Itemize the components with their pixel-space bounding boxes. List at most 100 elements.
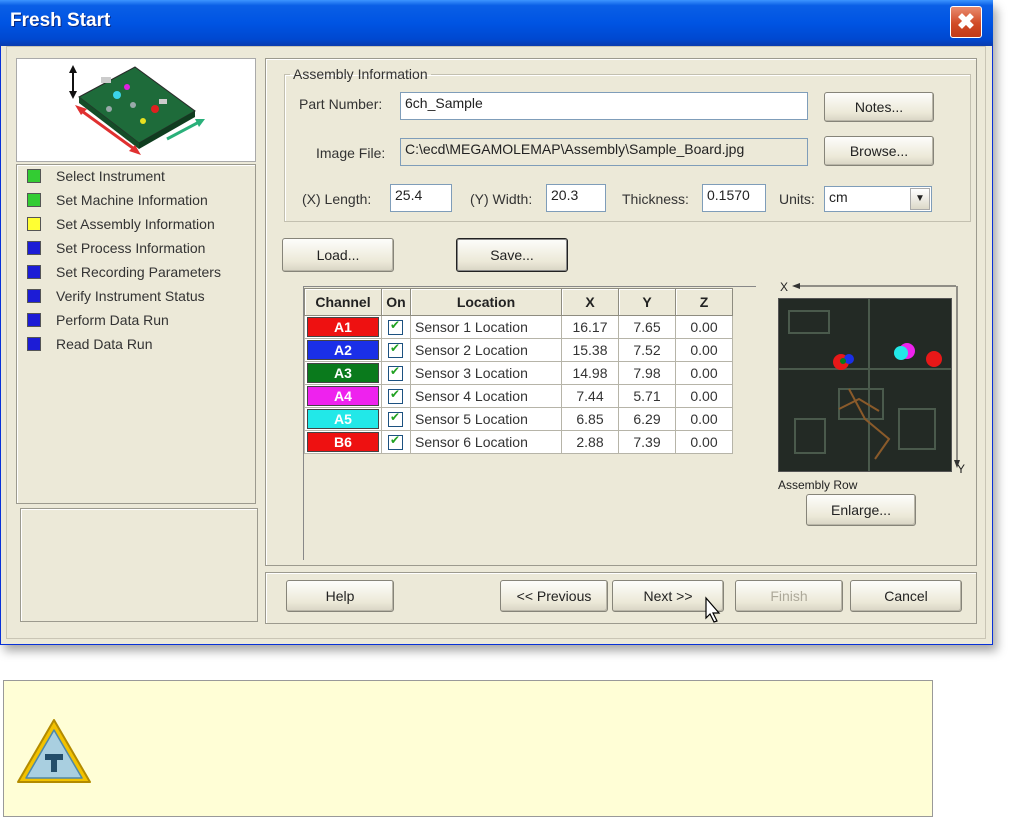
step-label: Set Process Information: [56, 240, 206, 256]
table-row[interactable]: A2 Sensor 2 Location 15.38 7.52 0.00: [304, 338, 733, 362]
units-select[interactable]: cm ▼: [824, 186, 932, 212]
table-row[interactable]: A3 Sensor 3 Location 14.98 7.98 0.00: [304, 361, 733, 385]
table-row[interactable]: A4 Sensor 4 Location 7.44 5.71 0.00: [304, 384, 733, 408]
y-cell[interactable]: 7.98: [618, 361, 676, 385]
on-cell[interactable]: [381, 361, 411, 385]
step-status-indicator: [27, 289, 41, 303]
location-cell[interactable]: Sensor 4 Location: [410, 384, 562, 408]
z-cell[interactable]: 0.00: [675, 430, 733, 454]
location-text: Sensor 2 Location: [415, 342, 528, 358]
table-row[interactable]: A5 Sensor 5 Location 6.85 6.29 0.00: [304, 407, 733, 431]
x-cell[interactable]: 14.98: [561, 361, 619, 385]
column-header-y[interactable]: Y: [618, 288, 676, 316]
step-set-machine-information: Set Machine Information: [27, 189, 208, 211]
on-cell[interactable]: [381, 430, 411, 454]
browse-button[interactable]: Browse...: [824, 136, 934, 166]
step-label: Select Instrument: [56, 168, 165, 184]
channel-cell[interactable]: A4: [304, 384, 382, 408]
part-number-field[interactable]: 6ch_Sample: [400, 92, 808, 120]
z-cell[interactable]: 0.00: [675, 338, 733, 362]
x-length-field[interactable]: 25.4: [390, 184, 452, 212]
channel-badge: A2: [307, 340, 379, 360]
save-button[interactable]: Save...: [456, 238, 568, 272]
thickness-label: Thickness:: [622, 191, 689, 207]
column-header-location[interactable]: Location: [410, 288, 562, 316]
channel-cell[interactable]: B6: [304, 430, 382, 454]
channel-enabled-checkbox[interactable]: [388, 387, 403, 405]
assembly-information-legend: Assembly Information: [293, 66, 428, 82]
column-header-x[interactable]: X: [561, 288, 619, 316]
table-row[interactable]: B6 Sensor 6 Location 2.88 7.39 0.00: [304, 430, 733, 454]
chevron-down-icon[interactable]: ▼: [910, 188, 930, 210]
step-status-indicator: [27, 265, 41, 279]
cancel-button[interactable]: Cancel: [850, 580, 962, 612]
on-cell[interactable]: [381, 384, 411, 408]
location-cell[interactable]: Sensor 1 Location: [410, 315, 562, 339]
z-cell[interactable]: 0.00: [675, 407, 733, 431]
board-photo: [779, 299, 951, 471]
instrument-board-image: [69, 65, 205, 155]
channel-enabled-checkbox[interactable]: [388, 433, 403, 451]
y-width-field[interactable]: 20.3: [546, 184, 606, 212]
y-cell[interactable]: 7.65: [618, 315, 676, 339]
z-cell[interactable]: 0.00: [675, 384, 733, 408]
table-header-row: Channel On Location X Y Z: [304, 288, 733, 316]
location-text: Sensor 1 Location: [415, 319, 528, 335]
x-cell[interactable]: 7.44: [561, 384, 619, 408]
channel-cell[interactable]: A2: [304, 338, 382, 362]
enlarge-button[interactable]: Enlarge...: [806, 494, 916, 526]
location-text: Sensor 5 Location: [415, 411, 528, 427]
step-verify-instrument-status: Verify Instrument Status: [27, 285, 205, 307]
location-cell[interactable]: Sensor 6 Location: [410, 430, 562, 454]
channel-cell[interactable]: A3: [304, 361, 382, 385]
help-button[interactable]: Help: [286, 580, 394, 612]
image-file-field[interactable]: C:\ecd\MEGAMOLEMAP\Assembly\Sample_Board…: [400, 138, 808, 166]
step-set-assembly-information: Set Assembly Information: [27, 213, 215, 235]
x-cell[interactable]: 15.38: [561, 338, 619, 362]
thickness-field[interactable]: 0.1570: [702, 184, 766, 212]
y-cell[interactable]: 7.52: [618, 338, 676, 362]
previous-button[interactable]: << Previous: [500, 580, 608, 612]
location-text: Sensor 4 Location: [415, 388, 528, 404]
x-cell[interactable]: 2.88: [561, 430, 619, 454]
channel-badge: A5: [307, 409, 379, 429]
step-status-indicator: [27, 217, 41, 231]
on-cell[interactable]: [381, 315, 411, 339]
column-header-on[interactable]: On: [381, 288, 411, 316]
step-label: Verify Instrument Status: [56, 288, 205, 304]
channel-enabled-checkbox[interactable]: [388, 410, 403, 428]
channel-enabled-checkbox[interactable]: [388, 341, 403, 359]
table-row[interactable]: A1 Sensor 1 Location 16.17 7.65 0.00: [304, 315, 733, 339]
location-cell[interactable]: Sensor 3 Location: [410, 361, 562, 385]
on-cell[interactable]: [381, 338, 411, 362]
y-cell[interactable]: 7.39: [618, 430, 676, 454]
z-cell[interactable]: 0.00: [675, 361, 733, 385]
z-cell[interactable]: 0.00: [675, 315, 733, 339]
location-cell[interactable]: Sensor 5 Location: [410, 407, 562, 431]
y-cell[interactable]: 6.29: [618, 407, 676, 431]
note-callout: [3, 680, 933, 817]
location-cell[interactable]: Sensor 2 Location: [410, 338, 562, 362]
mouse-cursor-icon: [705, 596, 721, 623]
units-label: Units:: [779, 191, 815, 207]
column-header-channel[interactable]: Channel: [304, 288, 382, 316]
x-cell[interactable]: 6.85: [561, 407, 619, 431]
notes-button[interactable]: Notes...: [824, 92, 934, 122]
step-status-indicator: [27, 241, 41, 255]
step-label: Read Data Run: [56, 336, 153, 352]
on-cell[interactable]: [381, 407, 411, 431]
column-header-z[interactable]: Z: [675, 288, 733, 316]
assembly-preview-image[interactable]: [778, 298, 952, 472]
title-bar[interactable]: [0, 0, 993, 46]
load-button[interactable]: Load...: [282, 238, 394, 272]
window-title: Fresh Start: [10, 10, 111, 31]
channel-enabled-checkbox[interactable]: [388, 364, 403, 382]
channel-cell[interactable]: A1: [304, 315, 382, 339]
channel-cell[interactable]: A5: [304, 407, 382, 431]
y-cell[interactable]: 5.71: [618, 384, 676, 408]
finish-button[interactable]: Finish: [735, 580, 843, 612]
channel-enabled-checkbox[interactable]: [388, 318, 403, 336]
x-cell[interactable]: 16.17: [561, 315, 619, 339]
step-set-recording-parameters: Set Recording Parameters: [27, 261, 221, 283]
close-button[interactable]: ✖: [950, 6, 982, 38]
